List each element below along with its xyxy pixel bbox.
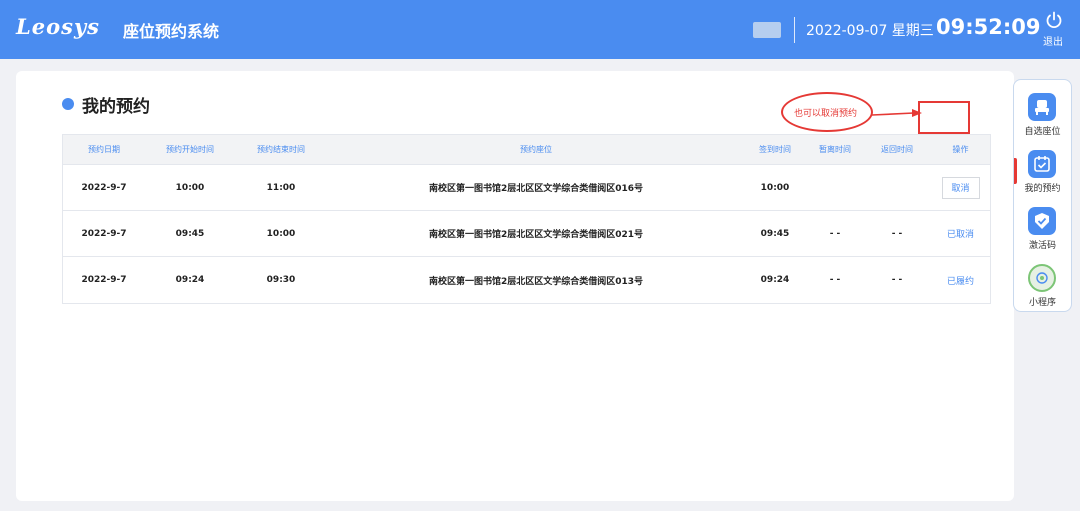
sidebar-item-select-seat[interactable]: 自选座位 <box>1014 86 1071 138</box>
sidebar-item-mini-program[interactable]: 小程序 <box>1014 257 1071 309</box>
cell-seat: 南校区第一图书馆2层北区区文学综合类借阅区021号 <box>428 230 644 240</box>
page-title: 我的预约 <box>82 97 150 117</box>
cell-away <box>805 165 865 210</box>
cell-checkin: 09:45 <box>760 228 790 239</box>
badge-check-icon <box>1028 207 1056 235</box>
cell-return: - - <box>891 275 903 285</box>
table-header-row: 预约日期 预约开始时间 预约结束时间 预约座位 签到时间 暂离时间 返回时间 操… <box>63 135 990 165</box>
main-card: 我的预约 预约日期 预约开始时间 预约结束时间 预约座位 签到时间 暂离时间 返… <box>16 71 1014 501</box>
cell-status-cancelled: 已取消 <box>946 230 974 240</box>
annotation-text: 也可以取消预约 <box>794 109 858 119</box>
reservations-table: 预约日期 预约开始时间 预约结束时间 预约座位 签到时间 暂离时间 返回时间 操… <box>62 134 991 304</box>
sidebar-item-label: 小程序 <box>1028 298 1056 308</box>
cell-away: - - <box>829 228 841 239</box>
sidebar-item-my-reservations[interactable]: 我的预约 <box>1014 143 1071 195</box>
table-row: 2022-9-7 10:00 11:00 南校区第一图书馆2层北区区文学综合类借… <box>63 165 990 211</box>
title-dot-icon <box>62 98 74 110</box>
col-header-start: 预约开始时间 <box>166 145 214 154</box>
mini-program-icon <box>1028 264 1056 292</box>
brand-logo: Leosys <box>16 14 100 39</box>
cell-return: - - <box>891 228 903 239</box>
col-header-action: 操作 <box>952 145 969 154</box>
cell-action: 取消 <box>929 165 992 210</box>
current-date: 2022-09-07 星期三 <box>806 23 934 39</box>
sidebar-item-activation-code[interactable]: 激活码 <box>1014 200 1071 252</box>
col-header-end: 预约结束时间 <box>257 145 305 154</box>
cell-return <box>865 165 929 210</box>
cell-end: 10:00 <box>266 228 296 239</box>
col-header-date: 预约日期 <box>88 145 120 154</box>
app-title: 座位预约系统 <box>123 22 220 41</box>
table-row: 2022-9-7 09:24 09:30 南校区第一图书馆2层北区区文学综合类借… <box>63 257 990 303</box>
cell-date: 2022-9-7 <box>81 275 127 285</box>
annotation-highlight-box <box>918 101 970 134</box>
cell-away: - - <box>829 275 841 285</box>
power-icon[interactable] <box>1045 11 1063 29</box>
current-time: 09:52:09 <box>936 15 1041 39</box>
col-header-away: 暂离时间 <box>819 145 851 154</box>
header-divider <box>794 17 795 43</box>
cell-start: 10:00 <box>175 182 205 193</box>
cell-end: 09:30 <box>266 275 296 285</box>
cell-date: 2022-9-7 <box>81 182 127 193</box>
annotation-arrow-icon <box>872 109 922 117</box>
user-avatar-blurred[interactable] <box>753 22 781 38</box>
logout-button[interactable]: 退出 <box>1043 33 1063 48</box>
sidebar-item-label: 我的预约 <box>1024 184 1061 194</box>
cell-end: 11:00 <box>266 182 296 193</box>
calendar-check-icon <box>1028 150 1056 178</box>
cell-start: 09:45 <box>175 228 205 239</box>
cell-seat: 南校区第一图书馆2层北区区文学综合类借阅区016号 <box>428 184 644 194</box>
sidebar-item-label: 自选座位 <box>1024 127 1061 137</box>
col-header-return: 返回时间 <box>881 145 913 154</box>
cell-start: 09:24 <box>175 275 205 285</box>
sidebar-item-label: 激活码 <box>1028 241 1056 251</box>
cell-status-fulfilled: 已履约 <box>946 276 974 287</box>
cancel-reservation-button[interactable]: 取消 <box>941 176 980 199</box>
table-row: 2022-9-7 09:45 10:00 南校区第一图书馆2层北区区文学综合类借… <box>63 211 990 257</box>
col-header-seat: 预约座位 <box>520 145 552 154</box>
cell-date: 2022-9-7 <box>81 228 127 239</box>
right-sidebar: 自选座位 我的预约 激活码 小程序 <box>1013 79 1072 312</box>
cell-checkin: 10:00 <box>760 182 790 193</box>
cell-checkin: 09:24 <box>760 275 790 285</box>
cell-seat: 南校区第一图书馆2层北区区文学综合类借阅区013号 <box>428 276 644 287</box>
top-header: Leosys 座位预约系统 2022-09-07 星期三 09:52:09 退出 <box>0 0 1080 59</box>
col-header-checkin: 签到时间 <box>759 145 791 154</box>
chair-icon <box>1028 93 1056 121</box>
